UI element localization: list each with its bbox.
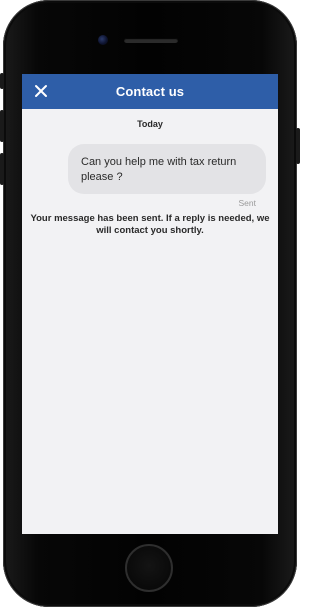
app-screen: Contact us Today Can you help me with ta…	[22, 74, 278, 534]
page-title: Contact us	[115, 84, 185, 99]
confirmation-message: Your message has been sent. If a reply i…	[30, 213, 270, 236]
date-divider: Today	[137, 119, 163, 129]
front-camera	[98, 35, 108, 45]
home-button[interactable]	[125, 544, 173, 592]
phone-frame: Contact us Today Can you help me with ta…	[0, 0, 300, 609]
close-icon	[35, 85, 47, 97]
power-button	[296, 128, 300, 164]
message-status: Sent	[238, 198, 257, 208]
earpiece-speaker	[124, 38, 178, 43]
volume-down-button	[0, 153, 4, 185]
close-button[interactable]	[30, 80, 52, 102]
volume-up-button	[0, 110, 4, 142]
nav-bar: Contact us	[22, 74, 278, 109]
sent-message-bubble[interactable]: Can you help me with tax return please ?	[68, 144, 266, 194]
mute-switch	[0, 73, 4, 89]
